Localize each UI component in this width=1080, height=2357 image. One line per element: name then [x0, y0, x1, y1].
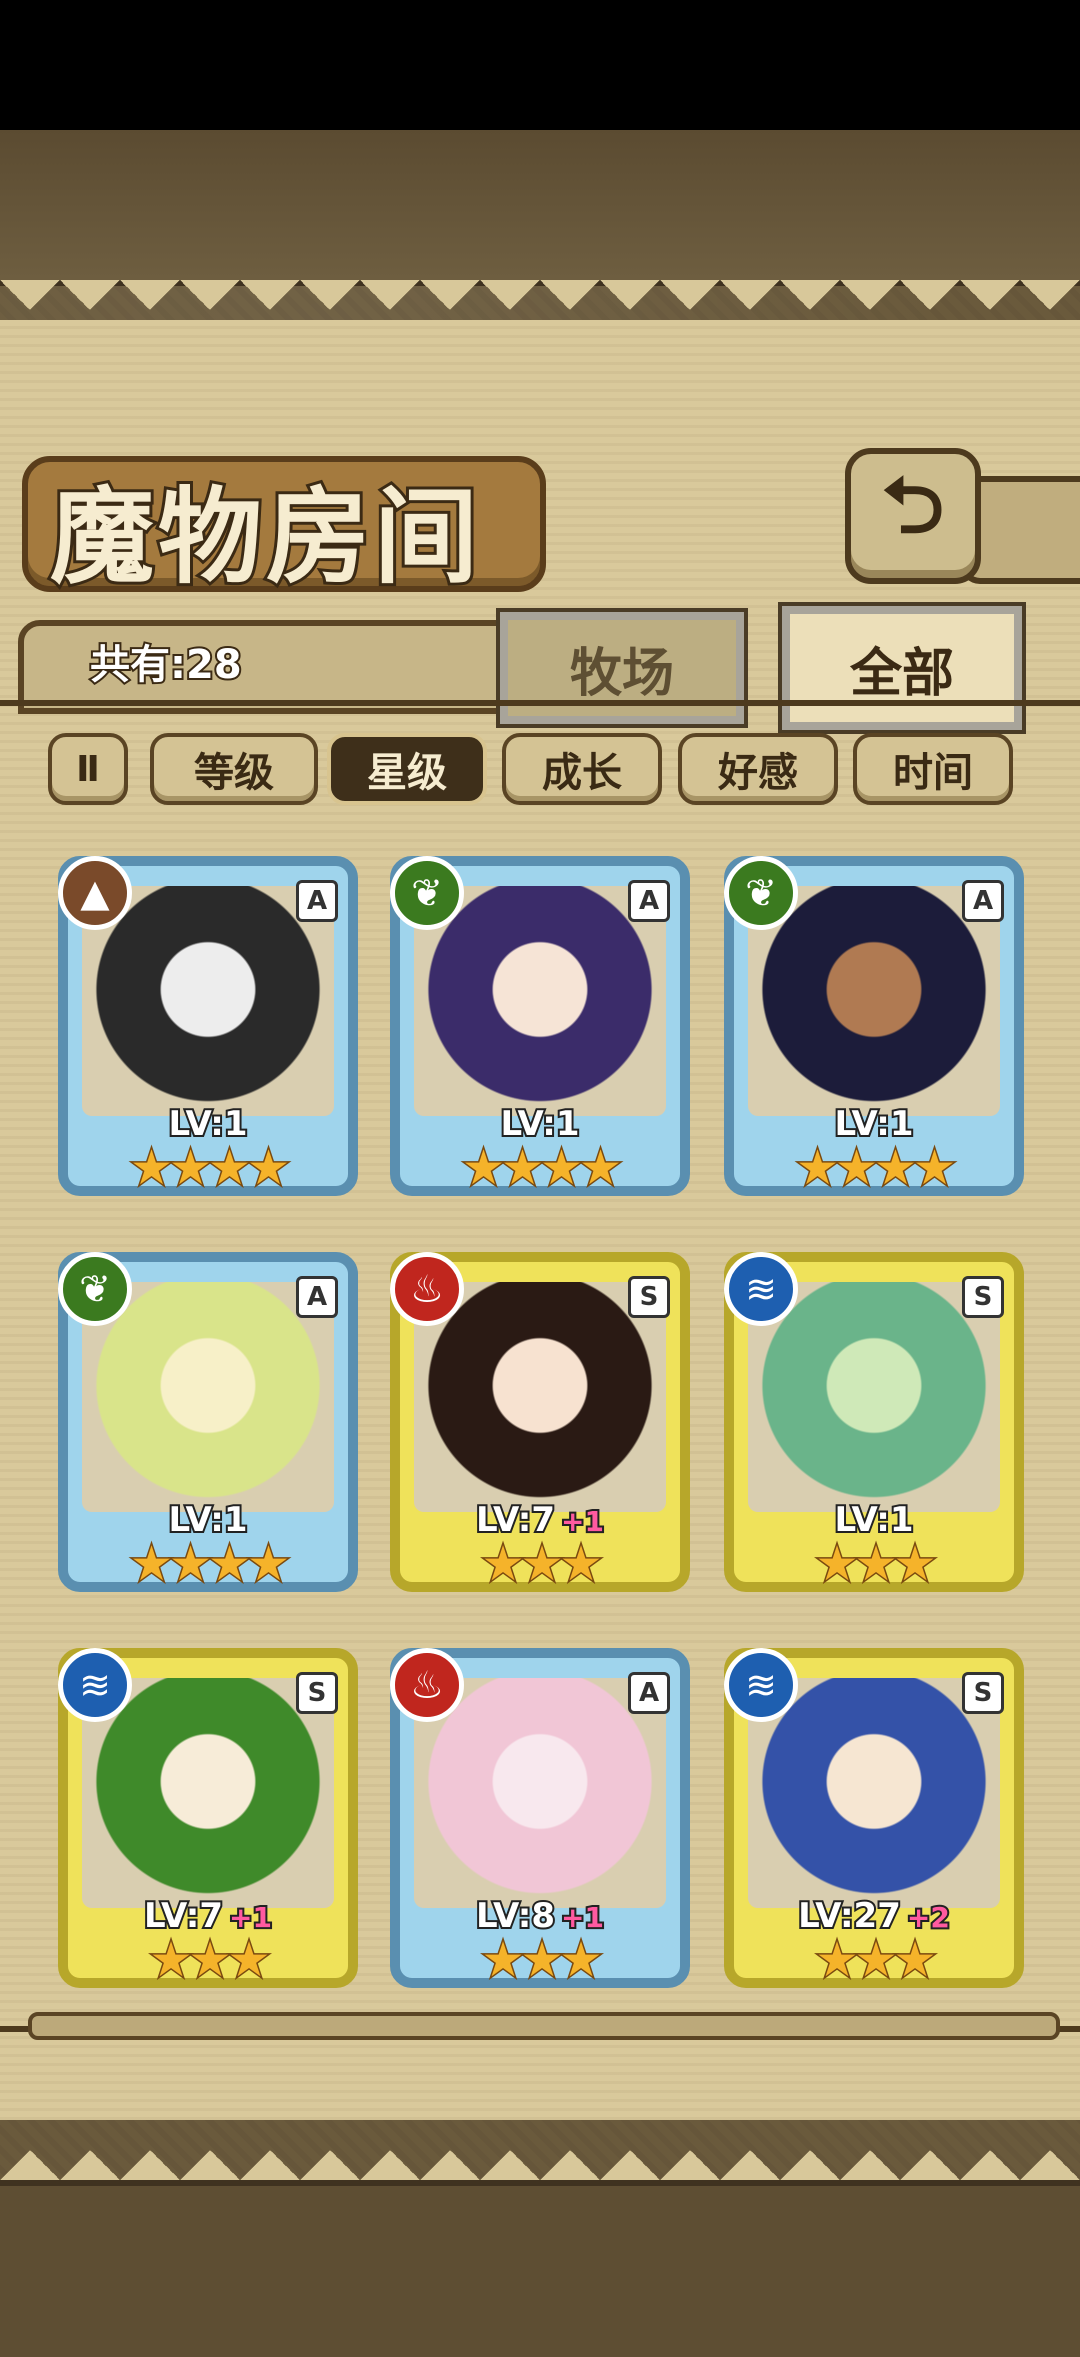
monster-portrait: [748, 1678, 1000, 1908]
level-text: LV:7: [474, 1498, 557, 1542]
fire-element-icon: ♨: [390, 1648, 464, 1722]
sort-star-button[interactable]: 星级: [327, 733, 487, 805]
level-text: LV:1: [166, 1102, 249, 1146]
monster-portrait: [82, 1678, 334, 1908]
monster-card[interactable]: S ≋ LV:7 +1 ★★★: [58, 1648, 358, 1990]
back-button[interactable]: ⮌: [845, 448, 981, 584]
leaf-element-icon: ❦: [390, 856, 464, 930]
level-bonus: +2: [905, 1899, 952, 1936]
level-text: LV:8: [474, 1894, 557, 1938]
sort-level-button[interactable]: 等级: [150, 733, 318, 805]
monster-portrait: [414, 1282, 666, 1512]
monster-level: LV:8 +1: [400, 1894, 680, 1938]
level-text: LV:7: [142, 1894, 225, 1938]
back-arrow-icon: ⮌: [881, 461, 945, 551]
monster-count: 共有:28: [88, 640, 244, 690]
sort-time-button[interactable]: 时间: [853, 733, 1013, 805]
monster-level: LV:1: [400, 1102, 680, 1146]
star-rating: ★★★: [148, 1931, 272, 1990]
star-rating: ★★★: [814, 1931, 938, 1990]
monster-portrait: [82, 886, 334, 1116]
sort-affection-label: 好感: [718, 750, 798, 796]
monster-level: LV:1: [68, 1102, 348, 1146]
monster-level: LV:1: [734, 1498, 1014, 1542]
monster-card[interactable]: S ≋ LV:27 +2 ★★★: [724, 1648, 1024, 1990]
level-text: LV:1: [166, 1498, 249, 1542]
sort-growth-button[interactable]: 成长: [502, 733, 662, 805]
torn-paper-edge-bottom: [0, 2120, 1080, 2180]
water-element-icon: ≋: [58, 1648, 132, 1722]
star-rating: ★★★: [480, 1535, 604, 1594]
rank-badge: A: [628, 1672, 670, 1714]
fire-element-icon: ♨: [390, 1252, 464, 1326]
sort-order-icon: Ⅱ: [76, 748, 100, 790]
level-text: LV:1: [832, 1102, 915, 1146]
monster-card[interactable]: A ❦ LV:1 ★★★★: [390, 856, 690, 1198]
monster-level: LV:7 +1: [400, 1498, 680, 1542]
top-map-strip: [0, 130, 1080, 286]
level-bonus: +1: [559, 1899, 606, 1936]
leaf-element-icon: ❦: [724, 856, 798, 930]
rank-badge: A: [962, 880, 1004, 922]
monster-card[interactable]: A ▲ LV:1 ★★★★: [58, 856, 358, 1198]
monster-card[interactable]: A ❦ LV:1 ★★★★: [58, 1252, 358, 1594]
sort-growth-label: 成长: [542, 750, 622, 796]
monster-portrait: [414, 886, 666, 1116]
rank-badge: A: [628, 880, 670, 922]
level-bonus: +1: [227, 1899, 274, 1936]
monster-card[interactable]: A ♨ LV:8 +1 ★★★: [390, 1648, 690, 1990]
star-rating: ★★★★: [460, 1139, 623, 1198]
water-element-icon: ≋: [724, 1252, 798, 1326]
rank-badge: S: [962, 1276, 1004, 1318]
monster-card[interactable]: S ≋ LV:1 ★★★: [724, 1252, 1024, 1594]
star-rating: ★★★★: [128, 1139, 291, 1198]
level-text: LV:1: [832, 1498, 915, 1542]
water-element-icon: ≋: [724, 1648, 798, 1722]
monster-level: LV:1: [734, 1102, 1014, 1146]
monster-level: LV:1: [68, 1498, 348, 1542]
bottom-map-strip: [0, 2180, 1080, 2357]
level-text: LV:27: [796, 1894, 903, 1938]
sort-star-label: 星级: [367, 750, 447, 796]
star-rating: ★★★★: [794, 1139, 957, 1198]
leaf-element-icon: ❦: [58, 1252, 132, 1326]
monster-level: LV:7 +1: [68, 1894, 348, 1938]
monster-card[interactable]: S ♨ LV:7 +1 ★★★: [390, 1252, 690, 1594]
level-bonus: +1: [559, 1503, 606, 1540]
monster-level: LV:27 +2: [734, 1894, 1014, 1938]
level-text: LV:1: [498, 1102, 581, 1146]
monster-portrait: [414, 1678, 666, 1908]
sort-level-label: 等级: [194, 750, 274, 796]
rank-badge: S: [628, 1276, 670, 1318]
sort-order-toggle-button[interactable]: Ⅱ: [48, 733, 128, 805]
tab-ranch-label: 牧场: [569, 643, 674, 704]
sort-time-label: 时间: [893, 750, 973, 796]
earth-element-icon: ▲: [58, 856, 132, 930]
monster-portrait: [748, 886, 1000, 1116]
star-rating: ★★★: [480, 1931, 604, 1990]
monster-card[interactable]: A ❦ LV:1 ★★★★: [724, 856, 1024, 1198]
page-title: 魔物房间: [47, 472, 483, 601]
rank-badge: S: [962, 1672, 1004, 1714]
star-rating: ★★★: [814, 1535, 938, 1594]
monster-portrait: [748, 1282, 1000, 1512]
sort-affection-button[interactable]: 好感: [678, 733, 838, 805]
monster-portrait: [82, 1282, 334, 1512]
rank-badge: A: [296, 1276, 338, 1318]
star-rating: ★★★★: [128, 1535, 291, 1594]
rank-badge: A: [296, 880, 338, 922]
tab-all-label: 全部: [849, 643, 954, 704]
list-bottom-rail: [28, 2012, 1060, 2040]
rank-badge: S: [296, 1672, 338, 1714]
